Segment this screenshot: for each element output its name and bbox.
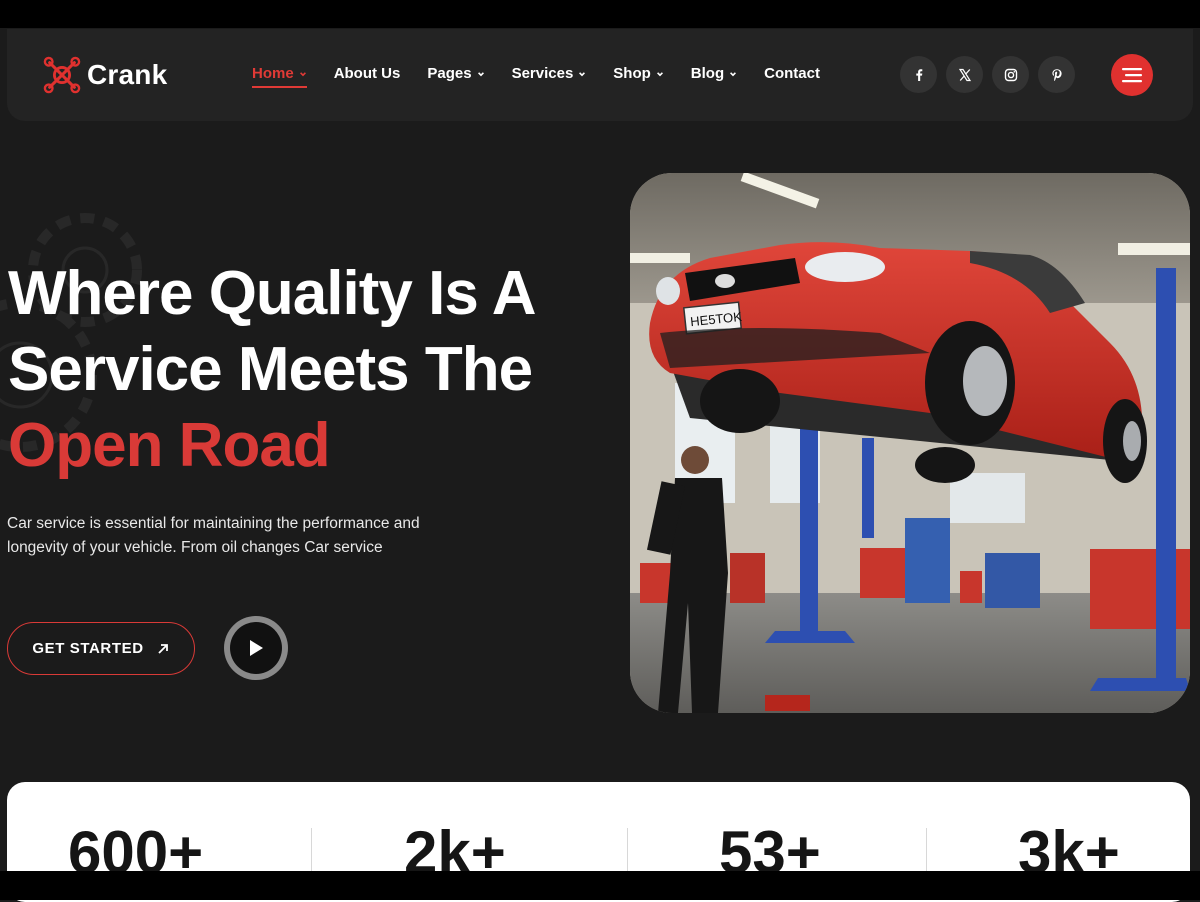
chevron-down-icon xyxy=(477,71,484,76)
nav-item-blog[interactable]: Blog xyxy=(691,65,737,82)
nav-label: Contact xyxy=(764,65,820,82)
chevron-down-icon xyxy=(299,71,306,76)
play-button-inner xyxy=(230,622,282,674)
instagram-icon xyxy=(1004,68,1017,81)
nav-label: Blog xyxy=(690,65,725,82)
nav-item-contact[interactable]: Contact xyxy=(764,65,820,82)
garage-illustration: HE5TOK xyxy=(630,173,1190,713)
hero-title-accent: Open Road xyxy=(8,411,331,480)
nav-item-pages[interactable]: Pages xyxy=(427,65,484,82)
get-started-button[interactable]: GET STARTED xyxy=(7,622,195,675)
nav-label: About Us xyxy=(333,65,401,82)
nav-label: Pages xyxy=(427,65,472,82)
nav-item-services[interactable]: Services xyxy=(512,65,587,82)
menu-button[interactable] xyxy=(1111,54,1153,96)
chevron-down-icon xyxy=(730,71,737,76)
hero-title: Where Quality Is A Service Meets The Ope… xyxy=(8,256,536,484)
main-nav: Home About Us Pages Services Shop Blog C… xyxy=(252,65,847,88)
nav-label: Services xyxy=(511,65,574,82)
get-started-label: GET STARTED xyxy=(32,640,144,657)
hero-title-line-2: Service Meets The xyxy=(8,335,533,404)
nav-item-about-us[interactable]: About Us xyxy=(334,65,401,82)
social-links xyxy=(900,56,1084,93)
nav-label: Shop xyxy=(613,65,651,82)
chevron-down-icon xyxy=(579,71,586,76)
pinterest-link[interactable] xyxy=(1038,56,1075,93)
browser-bottom-bar xyxy=(0,871,1200,900)
hamburger-icon xyxy=(1122,68,1142,83)
pinterest-icon xyxy=(1051,68,1062,81)
hero-description: Car service is essential for maintaining… xyxy=(7,515,420,556)
facebook-icon xyxy=(915,68,922,81)
instagram-link[interactable] xyxy=(992,56,1029,93)
chevron-down-icon xyxy=(656,71,663,76)
play-icon xyxy=(250,640,263,656)
logo[interactable]: Crank xyxy=(43,55,167,95)
x-icon xyxy=(958,68,971,81)
play-video-button[interactable] xyxy=(224,616,288,680)
nav-label: Home xyxy=(252,65,294,82)
hero-title-line-1: Where Quality Is A xyxy=(8,259,536,328)
nav-item-home[interactable]: Home xyxy=(252,65,307,88)
brand-name: Crank xyxy=(87,59,168,90)
x-link[interactable] xyxy=(946,56,983,93)
crossed-wrenches-icon xyxy=(43,56,81,94)
site-header: Crank Home About Us Pages Services Shop … xyxy=(7,29,1193,121)
arrow-up-right-icon xyxy=(158,643,168,654)
hero-image-garage: HE5TOK xyxy=(630,173,1190,713)
nav-item-shop[interactable]: Shop xyxy=(613,65,664,82)
facebook-link[interactable] xyxy=(900,56,937,93)
browser-top-bar xyxy=(0,0,1200,28)
